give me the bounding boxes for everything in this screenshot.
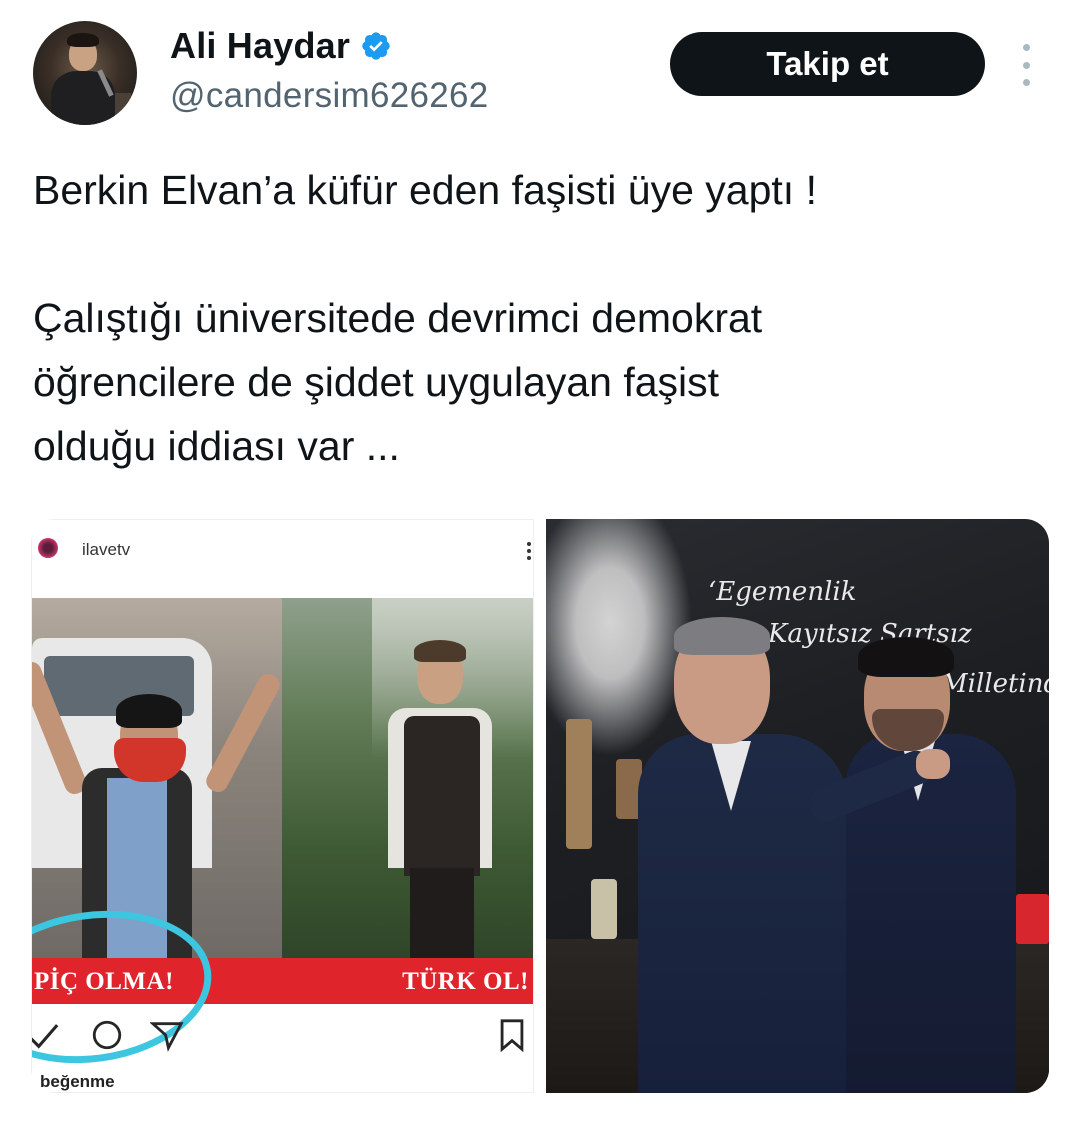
display-name[interactable]: Ali Haydar [170, 25, 350, 67]
follow-button[interactable]: Takip et [670, 32, 985, 96]
turkish-flag [1016, 894, 1049, 944]
tweet-text: Berkin Elvan’a küfür eden faşisti üye ya… [33, 158, 1043, 478]
trophy [591, 879, 617, 939]
media-image-pinning-ceremony[interactable]: ‘Egemenlik Kayıtsız Şartsız Milletindir [546, 519, 1049, 1093]
tweet-media[interactable]: ilavetv PİÇ OLMA! TÜRK OL! beğenme ‘Egem… [31, 519, 1049, 1093]
tweet-paragraph-2-line-3: olduğu iddiası var ... [33, 423, 400, 469]
ig-photo-boy-in-forest [282, 598, 533, 958]
tweet-paragraph-2-line-1: Çalıştığı üniversitede devrimci demokrat [33, 295, 763, 341]
tweet: Ali Haydar @candersim626262 Takip et Ber… [0, 0, 1080, 1124]
ig-likes-text: beğenme [40, 1072, 115, 1091]
ig-avatar [38, 538, 58, 558]
ig-action-bar [32, 1014, 533, 1058]
ig-post-header: ilavetv [32, 520, 533, 590]
display-name-row: Ali Haydar [170, 24, 489, 68]
trophy [566, 719, 592, 849]
person-left-suit [638, 734, 848, 1093]
tweet-paragraph-1: Berkin Elvan’a küfür eden faşisti üye ya… [33, 167, 817, 213]
avatar[interactable] [33, 21, 137, 125]
verified-badge-icon [362, 32, 390, 60]
media-image-instagram-post[interactable]: ilavetv PİÇ OLMA! TÜRK OL! beğenme [31, 519, 534, 1093]
banner-text-right: TÜRK OL! [402, 968, 529, 995]
wall-text-3: Milletindir [941, 669, 1049, 699]
tweet-paragraph-2-line-2: öğrencilere de şiddet uygulayan faşist [33, 359, 720, 405]
ig-menu-icon [527, 542, 531, 560]
ig-share-icon [150, 1022, 184, 1052]
author-info[interactable]: Ali Haydar @candersim626262 [170, 24, 489, 116]
avatar-hair [67, 33, 99, 47]
more-options-icon[interactable] [1012, 44, 1040, 86]
user-handle[interactable]: @candersim626262 [170, 76, 489, 116]
ig-account-name: ilavetv [82, 540, 131, 559]
ig-photo-protester [32, 598, 282, 958]
ig-save-icon [500, 1019, 524, 1052]
ig-like-icon [32, 1024, 59, 1049]
ig-comment-icon [92, 1020, 122, 1050]
wall-text-1: ‘Egemenlik [708, 577, 857, 607]
